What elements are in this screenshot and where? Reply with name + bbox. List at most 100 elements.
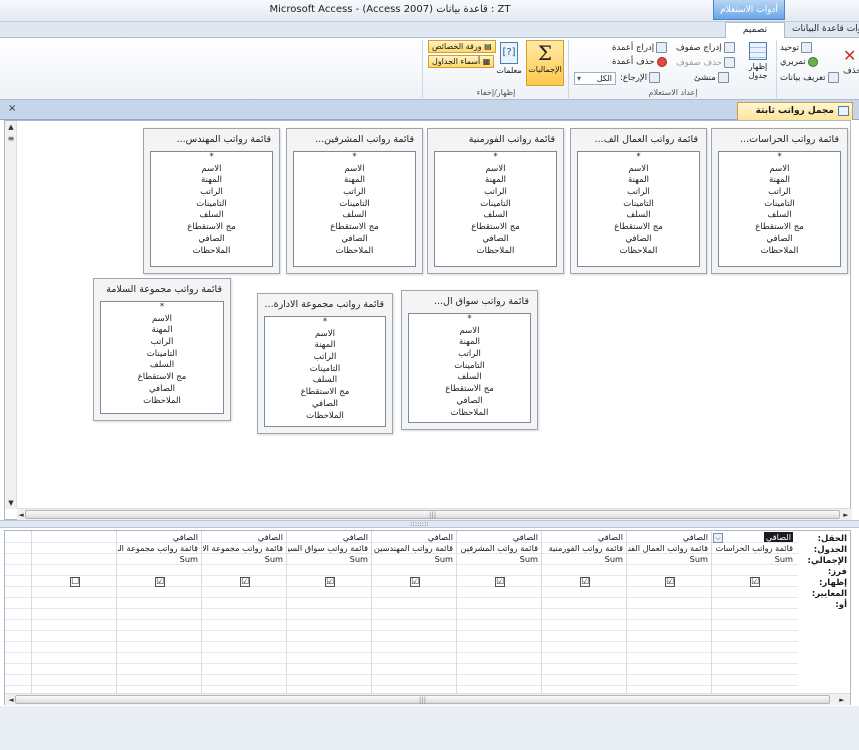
total-cell[interactable]: Sum xyxy=(288,554,370,565)
return-select[interactable]: الكل xyxy=(574,72,616,85)
field-item[interactable]: الاسم xyxy=(409,326,530,338)
delete-rows-button[interactable]: حذف صفوف xyxy=(676,57,735,68)
table-box-foremen[interactable]: قائمة رواتب الفورمنية * الاسم المهنة الر… xyxy=(427,128,564,274)
grid-column[interactable]: الصافي قائمة رواتب الفورمنية Sum ☑ xyxy=(541,531,626,693)
union-button[interactable]: توحيد xyxy=(780,42,813,53)
data-definition-button[interactable]: تعريف بيانات xyxy=(780,72,839,83)
delete-query-button[interactable]: حذف xyxy=(843,66,859,76)
total-cell[interactable]: Sum xyxy=(203,554,285,565)
field-item[interactable]: المهنة xyxy=(294,175,415,187)
field-item[interactable]: الاسم xyxy=(265,329,385,341)
builder-button[interactable]: منشئ xyxy=(694,72,729,83)
show-checkbox[interactable]: ☐ xyxy=(70,577,80,587)
show-checkbox[interactable]: ☑ xyxy=(495,577,505,587)
field-cell[interactable]: الصافي xyxy=(373,532,455,543)
field-item[interactable]: الصافي xyxy=(409,396,530,408)
field-item[interactable]: الملاحظات xyxy=(435,246,556,258)
table-cell[interactable]: قائمة رواتب مجموعة السلا xyxy=(118,543,200,554)
grid-horizontal-scrollbar[interactable]: ◄ ||| ► xyxy=(5,693,850,705)
scroll-right-icon[interactable]: ► xyxy=(836,694,848,706)
field-item[interactable]: مج الاستقطاع xyxy=(151,222,272,234)
property-sheet-button[interactable]: ▤ ورقة الخصائص xyxy=(428,40,496,53)
grid-column[interactable]: الصافي قائمة رواتب مجموعة الادا Sum ☑ xyxy=(201,531,286,693)
table-cell[interactable] xyxy=(33,543,115,554)
field-item[interactable]: * xyxy=(435,152,556,164)
table-box-admin[interactable]: قائمة رواتب مجموعة الادارة... * الاسم ال… xyxy=(257,293,393,434)
table-box-workers[interactable]: قائمة رواتب العمال الف... * الاسم المهنة… xyxy=(570,128,707,274)
table-box-title[interactable]: قائمة رواتب سواق ال... xyxy=(402,291,537,313)
field-item[interactable]: مج الاستقطاع xyxy=(719,222,840,234)
field-item[interactable]: الصافي xyxy=(151,234,272,246)
field-item[interactable]: الملاحظات xyxy=(101,396,223,408)
table-cell[interactable]: قائمة رواتب مجموعة الادا xyxy=(203,543,285,554)
field-item[interactable]: الاسم xyxy=(101,314,223,326)
field-cell[interactable]: الصافي xyxy=(288,532,370,543)
table-box-title[interactable]: قائمة رواتب مجموعة السلامة xyxy=(94,279,230,301)
field-item[interactable]: الملاحظات xyxy=(294,246,415,258)
field-item[interactable]: الملاحظات xyxy=(151,246,272,258)
field-item[interactable]: * xyxy=(151,152,272,164)
horizontal-scrollbar[interactable]: ◄ ||| ► xyxy=(17,508,852,520)
field-item[interactable]: مج الاستقطاع xyxy=(435,222,556,234)
total-cell[interactable]: Sum xyxy=(628,554,710,565)
total-cell[interactable] xyxy=(33,554,115,565)
field-item[interactable]: التامينات xyxy=(265,364,385,376)
field-item[interactable]: * xyxy=(265,317,385,329)
field-item[interactable]: الراتب xyxy=(265,352,385,364)
show-checkbox[interactable]: ☑ xyxy=(750,577,760,587)
table-box-title[interactable]: قائمة رواتب الحراسات... xyxy=(712,129,847,151)
insert-columns-button[interactable]: إدراج أعمدة xyxy=(612,42,668,53)
scroll-down-icon[interactable]: ▼ xyxy=(5,497,17,509)
field-item[interactable]: المهنة xyxy=(435,175,556,187)
field-item[interactable]: الملاحظات xyxy=(409,408,530,420)
table-box-drivers[interactable]: قائمة رواتب سواق ال... * الاسم المهنة ال… xyxy=(401,290,538,430)
delete-query-icon[interactable]: ✕ xyxy=(843,46,856,65)
show-checkbox[interactable]: ☑ xyxy=(665,577,675,587)
scroll-thumb[interactable]: ||| xyxy=(15,695,830,704)
field-item[interactable]: السلف xyxy=(578,210,699,222)
show-checkbox[interactable]: ☑ xyxy=(325,577,335,587)
show-table-button[interactable]: إظهار جدول xyxy=(743,42,773,86)
field-cell[interactable]: ⌵ الصافي xyxy=(713,532,795,543)
pane-splitter[interactable]: :::::::: xyxy=(0,520,859,528)
chevron-down-icon[interactable]: ⌵ xyxy=(713,533,723,543)
field-item[interactable]: الملاحظات xyxy=(265,411,385,423)
field-item[interactable]: الصافي xyxy=(578,234,699,246)
field-item[interactable]: * xyxy=(578,152,699,164)
field-item[interactable]: التامينات xyxy=(435,199,556,211)
pass-through-button[interactable]: تمريري xyxy=(780,57,818,67)
total-cell[interactable]: Sum xyxy=(713,554,795,565)
field-item[interactable]: التامينات xyxy=(409,361,530,373)
field-item[interactable]: الصافي xyxy=(719,234,840,246)
field-item[interactable]: الاسم xyxy=(294,164,415,176)
table-box-title[interactable]: قائمة رواتب الفورمنية xyxy=(428,129,563,151)
table-box-title[interactable]: قائمة رواتب المشرفين... xyxy=(287,129,422,151)
grid-column[interactable]: الصافي قائمة رواتب مجموعة السلا Sum ☑ xyxy=(116,531,201,693)
field-item[interactable]: مج الاستقطاع xyxy=(294,222,415,234)
field-item[interactable]: المهنة xyxy=(101,325,223,337)
document-tab[interactable]: مجمل رواتب ثابتة xyxy=(737,102,853,120)
field-item[interactable]: الراتب xyxy=(101,337,223,349)
grid-column[interactable]: الصافي قائمة رواتب المهندسين Sum ☑ xyxy=(371,531,456,693)
table-box-safety[interactable]: قائمة رواتب مجموعة السلامة * الاسم المهن… xyxy=(93,278,231,421)
delete-columns-button[interactable]: حذف أعمدة xyxy=(612,57,667,67)
field-value[interactable]: الصافي xyxy=(763,532,793,542)
field-item[interactable]: المهنة xyxy=(151,175,272,187)
table-cell[interactable]: قائمة رواتب المهندسين xyxy=(373,543,455,554)
grid-column[interactable]: ☐ xyxy=(31,531,116,693)
table-box-title[interactable]: قائمة رواتب العمال الف... xyxy=(571,129,706,151)
field-item[interactable]: المهنة xyxy=(578,175,699,187)
close-icon[interactable]: × xyxy=(8,103,16,114)
field-item[interactable]: التامينات xyxy=(151,199,272,211)
field-item[interactable]: الراتب xyxy=(409,349,530,361)
table-box-title[interactable]: قائمة رواتب المهندس... xyxy=(144,129,279,151)
table-cell[interactable]: قائمة رواتب الفورمنية xyxy=(543,543,625,554)
show-checkbox[interactable]: ☑ xyxy=(155,577,165,587)
field-item[interactable]: الراتب xyxy=(151,187,272,199)
field-item[interactable]: الراتب xyxy=(578,187,699,199)
field-item[interactable]: مج الاستقطاع xyxy=(578,222,699,234)
field-item[interactable]: السلف xyxy=(151,210,272,222)
vertical-scrollbar[interactable]: ▲ ≡ ▼ xyxy=(5,121,17,509)
field-cell[interactable]: الصافي xyxy=(203,532,285,543)
field-item[interactable]: الملاحظات xyxy=(719,246,840,258)
